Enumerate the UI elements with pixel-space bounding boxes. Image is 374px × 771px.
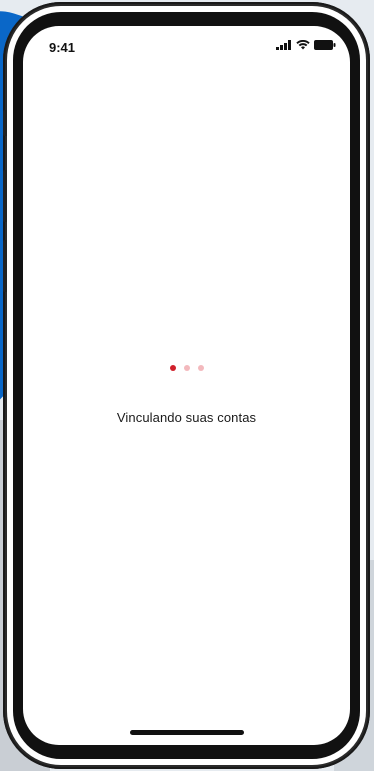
cellular-signal-icon [276,40,291,50]
loading-indicator [23,365,350,371]
battery-icon [314,40,336,50]
stage-background: 9:41 Vinculando suas contas [0,0,374,771]
wifi-icon [296,40,310,50]
loading-message: Vinculando suas contas [116,410,257,425]
phone-screen: 9:41 Vinculando suas contas [23,26,350,745]
phone-frame: 9:41 Vinculando suas contas [3,2,370,769]
status-time: 9:41 [49,40,76,55]
loading-dot-1 [169,365,176,371]
loading-dot-3 [197,365,204,371]
home-indicator[interactable] [129,730,244,735]
status-icons [276,40,336,50]
status-bar: 9:41 [23,26,350,66]
loading-dot-2 [183,365,190,371]
